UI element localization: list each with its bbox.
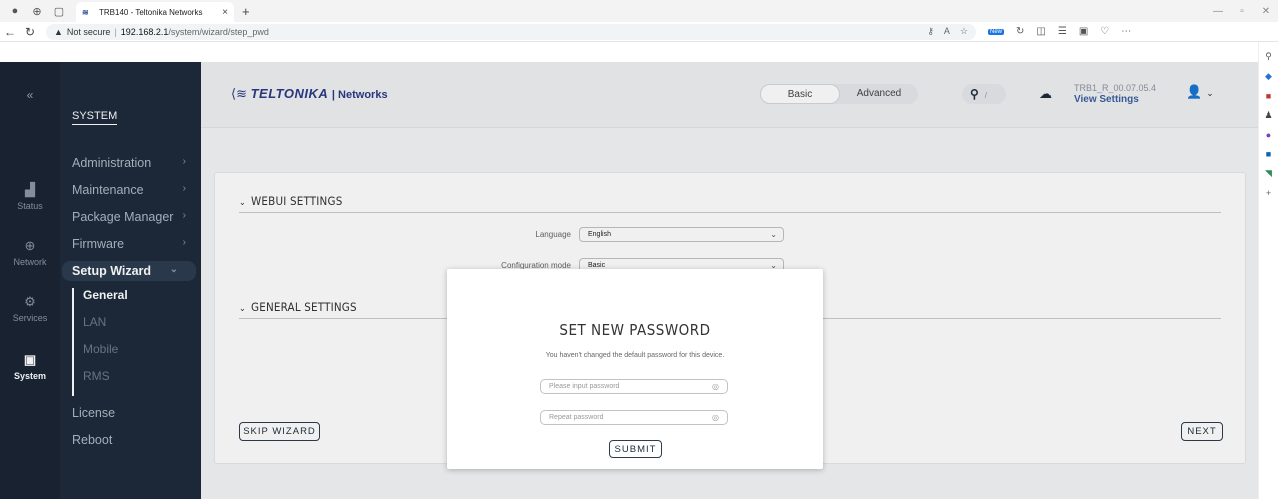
url-field[interactable]: ▲ Not secure | 192.168.2.1 /system/wizar… <box>46 23 976 40</box>
new-feature-icon[interactable]: New <box>988 28 1005 35</box>
password-field[interactable]: Please input password ◎ <box>540 379 728 394</box>
repeat-password-placeholder: Repeat password <box>549 414 604 421</box>
url-separator: | <box>114 26 117 37</box>
window-controls: — ▫ ✕ <box>1206 0 1278 22</box>
copilot-icon[interactable]: ● <box>1259 130 1278 140</box>
games-icon[interactable]: ♟ <box>1259 110 1278 121</box>
show-repeat-password-eye-icon[interactable]: ◎ <box>712 413 719 422</box>
url-actions: ⚷ A ☆ <box>927 26 968 37</box>
restore-icon[interactable]: ▫ <box>1230 6 1254 17</box>
browser-essentials-icon[interactable]: ♡ <box>1100 26 1109 37</box>
split-screen-icon[interactable]: ◫ <box>1036 26 1045 37</box>
shopping-icon[interactable]: ◆ <box>1259 71 1278 82</box>
favorite-star-icon[interactable]: ☆ <box>960 26 968 37</box>
security-label: Not secure <box>66 26 111 37</box>
key-icon[interactable]: ⚷ <box>927 26 934 37</box>
warning-icon: ▲ <box>54 26 63 37</box>
repeat-password-field[interactable]: Repeat password ◎ <box>540 410 728 425</box>
refresh-extension-icon[interactable]: ↻ <box>1016 26 1024 37</box>
collections-icon[interactable]: ▣ <box>1079 26 1088 37</box>
show-password-eye-icon[interactable]: ◎ <box>712 382 719 391</box>
search-sidebar-icon[interactable]: ⚲ <box>1259 51 1278 62</box>
close-window-icon[interactable]: ✕ <box>1254 6 1278 17</box>
teltonika-favicon-icon: ≋ <box>82 8 89 17</box>
more-options-icon[interactable]: ⋯ <box>1121 26 1131 37</box>
set-password-modal: SET NEW PASSWORD You haven't changed the… <box>447 269 823 469</box>
favorites-list-icon[interactable]: ☰ <box>1058 26 1067 37</box>
edge-sidebar: ⚲ ◆ ■ ♟ ● ■ ◥ + <box>1258 42 1278 499</box>
outlook-icon[interactable]: ■ <box>1259 149 1278 159</box>
modal-subtitle: You haven't changed the default password… <box>545 352 725 359</box>
new-tab-button[interactable]: + <box>242 4 250 19</box>
tools-icon[interactable]: ■ <box>1259 91 1278 101</box>
url-path: /system/wizard/step_pwd <box>168 26 269 37</box>
browser-tab[interactable]: ≋ TRB140 - Teltonika Networks × <box>76 2 234 22</box>
read-aloud-icon[interactable]: A <box>944 26 950 37</box>
submit-button[interactable]: SUBMIT <box>609 440 662 458</box>
url-host: 192.168.2.1 <box>120 26 169 37</box>
workspaces-icon[interactable]: ⊕ <box>30 4 44 18</box>
profile-icon[interactable]: ● <box>8 4 22 18</box>
browser-toolbar-icons: New ↻ ◫ ☰ ▣ ♡ ⋯ <box>988 26 1131 37</box>
browser-address-bar: ← ↻ ▲ Not secure | 192.168.2.1 /system/w… <box>0 22 1278 42</box>
browser-tab-bar: ● ⊕ ▢ ≋ TRB140 - Teltonika Networks × + … <box>0 0 1278 22</box>
minimize-icon[interactable]: — <box>1206 6 1230 17</box>
tab-actions-icon[interactable]: ▢ <box>52 4 66 18</box>
back-icon[interactable]: ← <box>0 25 20 39</box>
tab-close-icon[interactable]: × <box>222 7 228 18</box>
drop-icon[interactable]: ◥ <box>1259 168 1278 179</box>
tab-title: TRB140 - Teltonika Networks <box>99 7 203 17</box>
password-placeholder: Please input password <box>549 383 620 390</box>
modal-title: SET NEW PASSWORD <box>559 321 711 339</box>
add-sidebar-icon[interactable]: + <box>1259 188 1278 198</box>
refresh-icon[interactable]: ↻ <box>20 25 40 39</box>
